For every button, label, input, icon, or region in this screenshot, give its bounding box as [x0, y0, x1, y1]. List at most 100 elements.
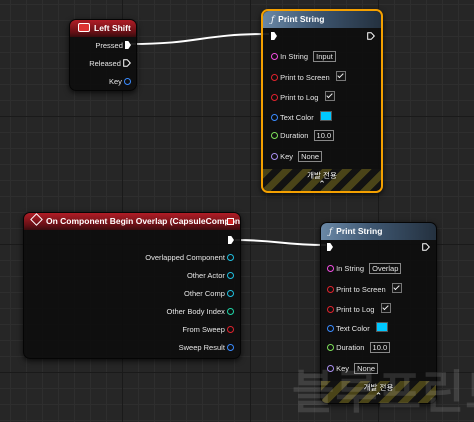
duration-row[interactable]: Duration 10.0 — [327, 342, 391, 353]
watermark-text: 블루프린트 — [292, 365, 474, 419]
node-title: Print String — [278, 14, 325, 24]
print-string-header[interactable]: ƒ Print String — [263, 11, 381, 28]
text-color-swatch[interactable] — [319, 111, 332, 121]
object-pin-icon[interactable] — [227, 290, 234, 297]
expand-chevron-icon[interactable]: ⌃ — [263, 179, 381, 189]
duration-label: Duration — [280, 131, 309, 140]
print-to-log-checkbox[interactable] — [380, 303, 391, 313]
in-string-row[interactable]: In String Input — [271, 51, 336, 62]
text-color-row[interactable]: Text Color — [327, 322, 388, 334]
print-string-node-1[interactable]: ƒ Print String In String Input Print to S… — [261, 9, 383, 193]
bool-pin-icon[interactable] — [227, 326, 234, 333]
left-shift-node[interactable]: Left Shift Pressed Released Key — [69, 19, 137, 91]
string-pin-icon[interactable] — [327, 265, 334, 272]
other-comp-label: Other Comp — [184, 289, 225, 298]
text-color-swatch[interactable] — [375, 322, 388, 332]
overlapped-component-label: Overlapped Component — [145, 253, 225, 262]
in-string-input[interactable]: Input — [313, 51, 336, 62]
other-actor-label: Other Actor — [186, 271, 225, 280]
exec-out-hollow-icon[interactable] — [123, 59, 131, 67]
text-color-label: Text Color — [335, 324, 370, 333]
duration-input[interactable]: 10.0 — [369, 342, 391, 353]
other-comp-row[interactable]: Other Comp — [184, 289, 234, 299]
print-to-screen-checkbox[interactable] — [391, 283, 402, 293]
print-to-screen-row[interactable]: Print to Screen — [327, 283, 402, 295]
node-title: On Component Begin Overlap (CapsuleCompo… — [46, 216, 240, 226]
print-to-log-row[interactable]: Print to Log — [327, 303, 391, 315]
node-title: Print String — [336, 226, 383, 236]
in-string-label: In String — [336, 264, 365, 273]
print-to-log-row[interactable]: Print to Log — [271, 91, 335, 103]
exec-in-pin-icon[interactable] — [327, 243, 333, 251]
bool-pin-icon[interactable] — [327, 306, 334, 313]
pressed-label: Pressed — [95, 41, 123, 50]
exec-out-pin-icon[interactable] — [228, 236, 234, 244]
text-color-row[interactable]: Text Color — [271, 111, 332, 123]
print-to-screen-checkbox[interactable] — [335, 71, 346, 81]
other-body-index-label: Other Body Index — [166, 307, 225, 316]
from-sweep-label: From Sweep — [182, 325, 225, 334]
float-pin-icon[interactable] — [271, 132, 278, 139]
duration-label: Duration — [336, 343, 365, 352]
print-to-screen-row[interactable]: Print to Screen — [271, 71, 346, 83]
sweep-result-label: Sweep Result — [178, 343, 225, 352]
bool-pin-icon[interactable] — [327, 286, 334, 293]
released-label: Released — [89, 59, 121, 68]
exec-out-pin-icon[interactable] — [125, 41, 131, 49]
exec-wire-shift-to-print — [130, 33, 270, 45]
left-shift-header[interactable]: Left Shift — [70, 20, 136, 37]
print-to-screen-label: Print to Screen — [280, 73, 330, 82]
struct-pin-icon[interactable] — [227, 344, 234, 351]
begin-overlap-node[interactable]: On Component Begin Overlap (CapsuleCompo… — [23, 212, 241, 359]
color-pin-icon[interactable] — [327, 325, 334, 332]
exec-out-row[interactable] — [422, 243, 430, 253]
exec-out-hollow-icon[interactable] — [422, 243, 430, 251]
exec-in-row[interactable] — [327, 243, 333, 253]
other-actor-row[interactable]: Other Actor — [187, 271, 234, 281]
pressed-pin-row[interactable]: Pressed — [95, 41, 131, 51]
print-to-screen-label: Print to Screen — [336, 285, 386, 294]
development-only-banner: 개발 전용 ⌃ — [263, 169, 381, 191]
event-diamond-icon — [30, 213, 43, 226]
sweep-result-row[interactable]: Sweep Result — [179, 343, 234, 353]
duration-input[interactable]: 10.0 — [313, 130, 335, 141]
object-pin-icon[interactable] — [227, 254, 234, 261]
text-color-label: Text Color — [279, 113, 314, 122]
overlapped-component-row[interactable]: Overlapped Component — [145, 253, 234, 263]
function-icon: ƒ — [329, 227, 333, 237]
key-label: Key — [108, 77, 122, 86]
from-sweep-row[interactable]: From Sweep — [182, 325, 234, 335]
color-pin-icon[interactable] — [271, 114, 278, 121]
exec-out-row[interactable] — [228, 236, 234, 246]
exec-in-pin-icon[interactable] — [271, 32, 277, 40]
integer-pin-icon[interactable] — [227, 308, 234, 315]
exec-out-hollow-icon[interactable] — [367, 32, 375, 40]
print-to-log-checkbox[interactable] — [324, 91, 335, 101]
object-pin-icon[interactable] — [227, 272, 234, 279]
node-title: Left Shift — [94, 23, 131, 33]
exec-in-row[interactable] — [271, 32, 277, 42]
duration-row[interactable]: Duration 10.0 — [271, 130, 335, 141]
key-input[interactable]: None — [298, 151, 323, 162]
exec-wire-overlap-to-print — [234, 239, 327, 246]
function-icon: ƒ — [271, 15, 275, 25]
string-pin-icon[interactable] — [271, 53, 278, 60]
exec-out-row[interactable] — [367, 32, 375, 42]
bool-pin-icon[interactable] — [271, 74, 278, 81]
begin-overlap-header[interactable]: On Component Begin Overlap (CapsuleCompo… — [24, 213, 240, 230]
struct-pin-icon[interactable] — [124, 78, 131, 85]
in-string-input[interactable]: Overlap — [369, 263, 402, 274]
bool-pin-icon[interactable] — [271, 94, 278, 101]
delegate-pin-icon[interactable] — [227, 218, 234, 225]
key-label: Key — [280, 152, 294, 161]
key-row[interactable]: Key None — [271, 151, 323, 162]
float-pin-icon[interactable] — [327, 344, 334, 351]
name-pin-icon[interactable] — [271, 153, 278, 160]
key-pin-row[interactable]: Key — [109, 77, 131, 87]
released-pin-row[interactable]: Released — [89, 59, 131, 69]
print-to-log-label: Print to Log — [336, 305, 375, 314]
in-string-label: In String — [280, 52, 309, 61]
in-string-row[interactable]: In String Overlap — [327, 263, 402, 274]
other-body-index-row[interactable]: Other Body Index — [167, 307, 234, 317]
print-string-header[interactable]: ƒ Print String — [321, 223, 436, 240]
